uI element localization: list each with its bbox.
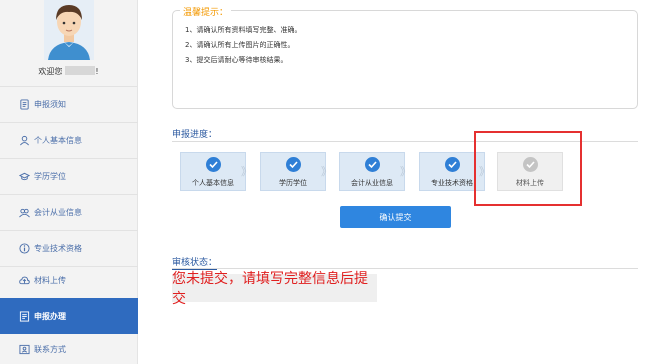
check-circle-icon [286,157,301,172]
status-title: 审核状态： [172,255,218,270]
progress-step-education: 学历学位 [260,152,326,191]
sidebar-item-label: 专业技术资格 [34,244,82,253]
user-icon [20,135,29,146]
notice-title: 温馨提示： [180,5,232,18]
status-message: 您未提交，请填写完整信息后提交 [172,271,377,307]
sidebar-item-label: 学历学位 [34,172,66,181]
sidebar-item-material-upload[interactable]: 材料上传 [0,263,138,299]
sidebar-item-label: 申报办理 [34,311,66,321]
sidebar-item-personal-info[interactable]: 个人基本信息 [0,123,138,159]
sidebar-item-label: 个人基本信息 [34,136,82,145]
step-separator: 》 [241,165,252,178]
sidebar-item-apply[interactable]: 申报办理 [0,298,138,334]
progress-step-accounting-info: 会计从业信息 [339,152,405,191]
welcome-suffix: ! [95,67,99,76]
notice-line: 1、请确认所有资料填写完整、准确。 [185,26,302,34]
sidebar-item-label: 联系方式 [34,344,66,354]
step-separator: 》 [400,165,411,178]
cloud-upload-icon [19,276,30,285]
sidebar: 欢迎您! 申报须知 个人基本信息 学历学位 会计从业信息 专业技术资格 材料上传… [0,0,138,364]
step-label: 会计从业信息 [351,179,393,187]
info-icon [19,243,30,254]
sidebar-item-contact[interactable]: 联系方式 [0,334,138,364]
avatar [44,0,94,60]
sidebar-item-label: 材料上传 [34,276,66,285]
check-circle-icon [365,157,380,172]
sidebar-item-education[interactable]: 学历学位 [0,159,138,195]
notice-line: 3、提交后请耐心等待审核结果。 [185,56,288,64]
contact-card-icon [19,344,30,354]
user-profile: 欢迎您! [0,0,137,87]
form-icon [19,310,30,322]
welcome-label: 欢迎您 [38,67,63,76]
notice-line: 2、请确认所有上传图片的正确性。 [185,41,295,49]
sidebar-item-application-notice[interactable]: 申报须知 [0,87,138,123]
sidebar-item-accounting-info[interactable]: 会计从业信息 [0,195,138,231]
progress-step-personal-info: 个人基本信息 [180,152,246,191]
graduation-cap-icon [19,172,30,181]
highlight-box [474,131,582,206]
sidebar-item-qualification[interactable]: 专业技术资格 [0,231,138,267]
sidebar-item-label: 会计从业信息 [34,208,82,217]
welcome-text: 欢迎您! [0,66,137,77]
check-circle-icon [206,157,221,172]
step-label: 个人基本信息 [192,179,234,187]
check-circle-icon [445,157,460,172]
progress-title: 申报进度： [172,127,218,142]
sidebar-item-label: 申报须知 [34,100,66,109]
group-icon [19,208,30,218]
confirm-submit-button[interactable]: 确认提交 [340,206,451,228]
document-icon [20,99,29,110]
masked-username [65,66,96,75]
step-separator: 》 [321,165,332,178]
step-label: 学历学位 [279,179,307,187]
